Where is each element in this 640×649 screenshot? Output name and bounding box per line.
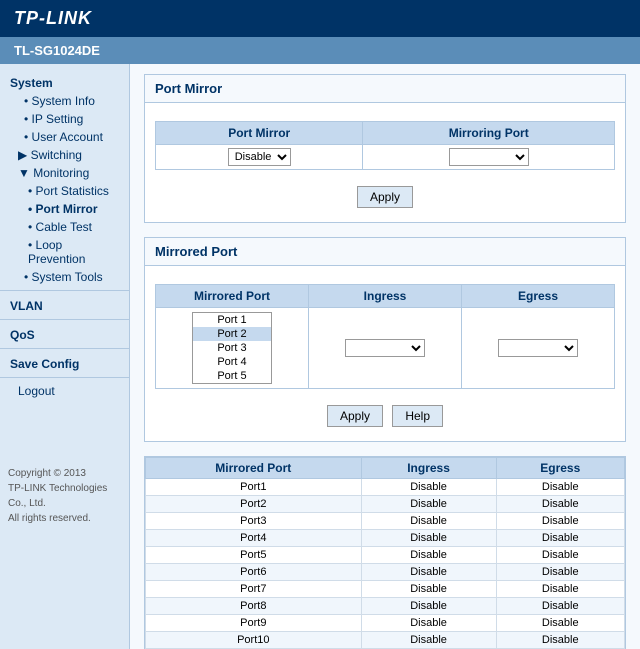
data-table-section: Mirrored Port Ingress Egress Port1Disabl… — [144, 456, 626, 649]
table-cell-egress: Disable — [496, 598, 624, 615]
table-cell-ingress: Disable — [361, 615, 496, 632]
sidebar-logout[interactable]: Logout — [0, 382, 129, 400]
port-mirror-section: Port Mirror Port Mirror Mirroring Port — [144, 74, 626, 223]
port-mirror-col2: Mirroring Port — [363, 122, 615, 145]
egress-select[interactable]: Enable Disable — [498, 339, 578, 357]
port-list-item[interactable]: Port 1 — [193, 313, 271, 327]
table-cell-egress: Disable — [496, 615, 624, 632]
footer-company: TP-LINK Technologies Co., Ltd. — [8, 481, 121, 511]
data-col1: Mirrored Port — [146, 458, 362, 479]
table-cell-port: Port6 — [146, 564, 362, 581]
table-cell-ingress: Disable — [361, 598, 496, 615]
table-cell-port: Port2 — [146, 496, 362, 513]
mirrored-port-btn-row: Apply Help — [155, 399, 615, 433]
port-mirror-col1: Port Mirror — [156, 122, 363, 145]
mirrored-col3: Egress — [462, 285, 615, 308]
table-cell-egress: Disable — [496, 496, 624, 513]
mirroring-port-select[interactable] — [449, 148, 529, 166]
table-cell-port: Port4 — [146, 530, 362, 547]
mirrored-port-section: Mirrored Port Mirrored Port Ingress Egre… — [144, 237, 626, 442]
table-cell-egress: Disable — [496, 513, 624, 530]
footer-rights: All rights reserved. — [8, 511, 121, 526]
port-list-item[interactable]: Port 5 — [193, 369, 271, 383]
sidebar-item-system-info[interactable]: • System Info — [0, 92, 129, 110]
mirrored-col2: Ingress — [309, 285, 462, 308]
table-cell-port: Port5 — [146, 547, 362, 564]
table-cell-ingress: Disable — [361, 479, 496, 496]
footer-copyright: Copyright © 2013 — [8, 466, 121, 481]
table-cell-egress: Disable — [496, 632, 624, 649]
port-mirror-config-table: Port Mirror Mirroring Port Disable Enabl… — [155, 121, 615, 170]
sidebar-item-port-statistics[interactable]: • Port Statistics — [0, 182, 129, 200]
sidebar-item-user-account[interactable]: • User Account — [0, 128, 129, 146]
table-cell-egress: Disable — [496, 564, 624, 581]
table-cell-ingress: Disable — [361, 632, 496, 649]
table-cell-egress: Disable — [496, 479, 624, 496]
table-row: Port7DisableDisable — [146, 581, 625, 598]
data-col3: Egress — [496, 458, 624, 479]
table-row: Port8DisableDisable — [146, 598, 625, 615]
table-cell-egress: Disable — [496, 581, 624, 598]
main-content: Port Mirror Port Mirror Mirroring Port — [130, 64, 640, 649]
table-cell-ingress: Disable — [361, 530, 496, 547]
port-mirror-select[interactable]: Disable Enable — [228, 148, 291, 166]
sidebar-item-cable-test[interactable]: • Cable Test — [0, 218, 129, 236]
table-cell-port: Port3 — [146, 513, 362, 530]
mirrored-port-title: Mirrored Port — [145, 238, 625, 266]
sidebar-item-switching[interactable]: ▶ Switching — [0, 146, 129, 164]
port-list-item[interactable]: Port 4 — [193, 355, 271, 369]
sidebar-section-system: System — [0, 72, 129, 92]
table-row: Port6DisableDisable — [146, 564, 625, 581]
table-cell-ingress: Disable — [361, 513, 496, 530]
table-row: Port4DisableDisable — [146, 530, 625, 547]
table-cell-egress: Disable — [496, 530, 624, 547]
port-list-item[interactable]: Port 3 — [193, 341, 271, 355]
table-row: Port1DisableDisable — [146, 479, 625, 496]
table-row: Port9DisableDisable — [146, 615, 625, 632]
sidebar-qos[interactable]: QoS — [0, 324, 129, 344]
port-list-item[interactable]: Port 2 — [193, 327, 271, 341]
port-listbox[interactable]: Port 1 Port 2 Port 3 Port 4 Port 5 — [192, 312, 272, 384]
sidebar-item-port-mirror[interactable]: • Port Mirror — [0, 200, 129, 218]
table-row: Port10DisableDisable — [146, 632, 625, 649]
ingress-select[interactable]: Enable Disable — [345, 339, 425, 357]
table-cell-port: Port7 — [146, 581, 362, 598]
table-cell-ingress: Disable — [361, 496, 496, 513]
port-data-table: Mirrored Port Ingress Egress Port1Disabl… — [145, 457, 625, 649]
port-mirror-apply-row: Apply — [155, 180, 615, 214]
port-mirror-title: Port Mirror — [145, 75, 625, 103]
table-cell-egress: Disable — [496, 547, 624, 564]
data-col2: Ingress — [361, 458, 496, 479]
sidebar: System • System Info • IP Setting • User… — [0, 64, 130, 649]
table-cell-ingress: Disable — [361, 547, 496, 564]
sidebar-item-monitoring[interactable]: ▼ Monitoring — [0, 164, 129, 182]
table-cell-port: Port9 — [146, 615, 362, 632]
table-row: Port2DisableDisable — [146, 496, 625, 513]
mirrored-help-button[interactable]: Help — [392, 405, 443, 427]
app-header: TP-LINK — [0, 0, 640, 37]
table-cell-ingress: Disable — [361, 564, 496, 581]
sidebar-item-ip-setting[interactable]: • IP Setting — [0, 110, 129, 128]
mirrored-port-config-table: Mirrored Port Ingress Egress Port 1 Port… — [155, 284, 615, 389]
table-row: Port3DisableDisable — [146, 513, 625, 530]
sidebar-item-loop-prevention[interactable]: • Loop Prevention — [0, 236, 129, 268]
table-cell-port: Port1 — [146, 479, 362, 496]
mirrored-apply-button[interactable]: Apply — [327, 405, 383, 427]
mirrored-col1: Mirrored Port — [156, 285, 309, 308]
sidebar-vlan[interactable]: VLAN — [0, 295, 129, 315]
sidebar-item-system-tools[interactable]: • System Tools — [0, 268, 129, 286]
table-cell-port: Port8 — [146, 598, 362, 615]
port-mirror-apply-button[interactable]: Apply — [357, 186, 413, 208]
table-row: Port5DisableDisable — [146, 547, 625, 564]
logo: TP-LINK — [14, 8, 92, 28]
sidebar-saveconfig[interactable]: Save Config — [0, 353, 129, 373]
table-cell-port: Port10 — [146, 632, 362, 649]
model-label: TL-SG1024DE — [0, 37, 640, 64]
table-cell-ingress: Disable — [361, 581, 496, 598]
